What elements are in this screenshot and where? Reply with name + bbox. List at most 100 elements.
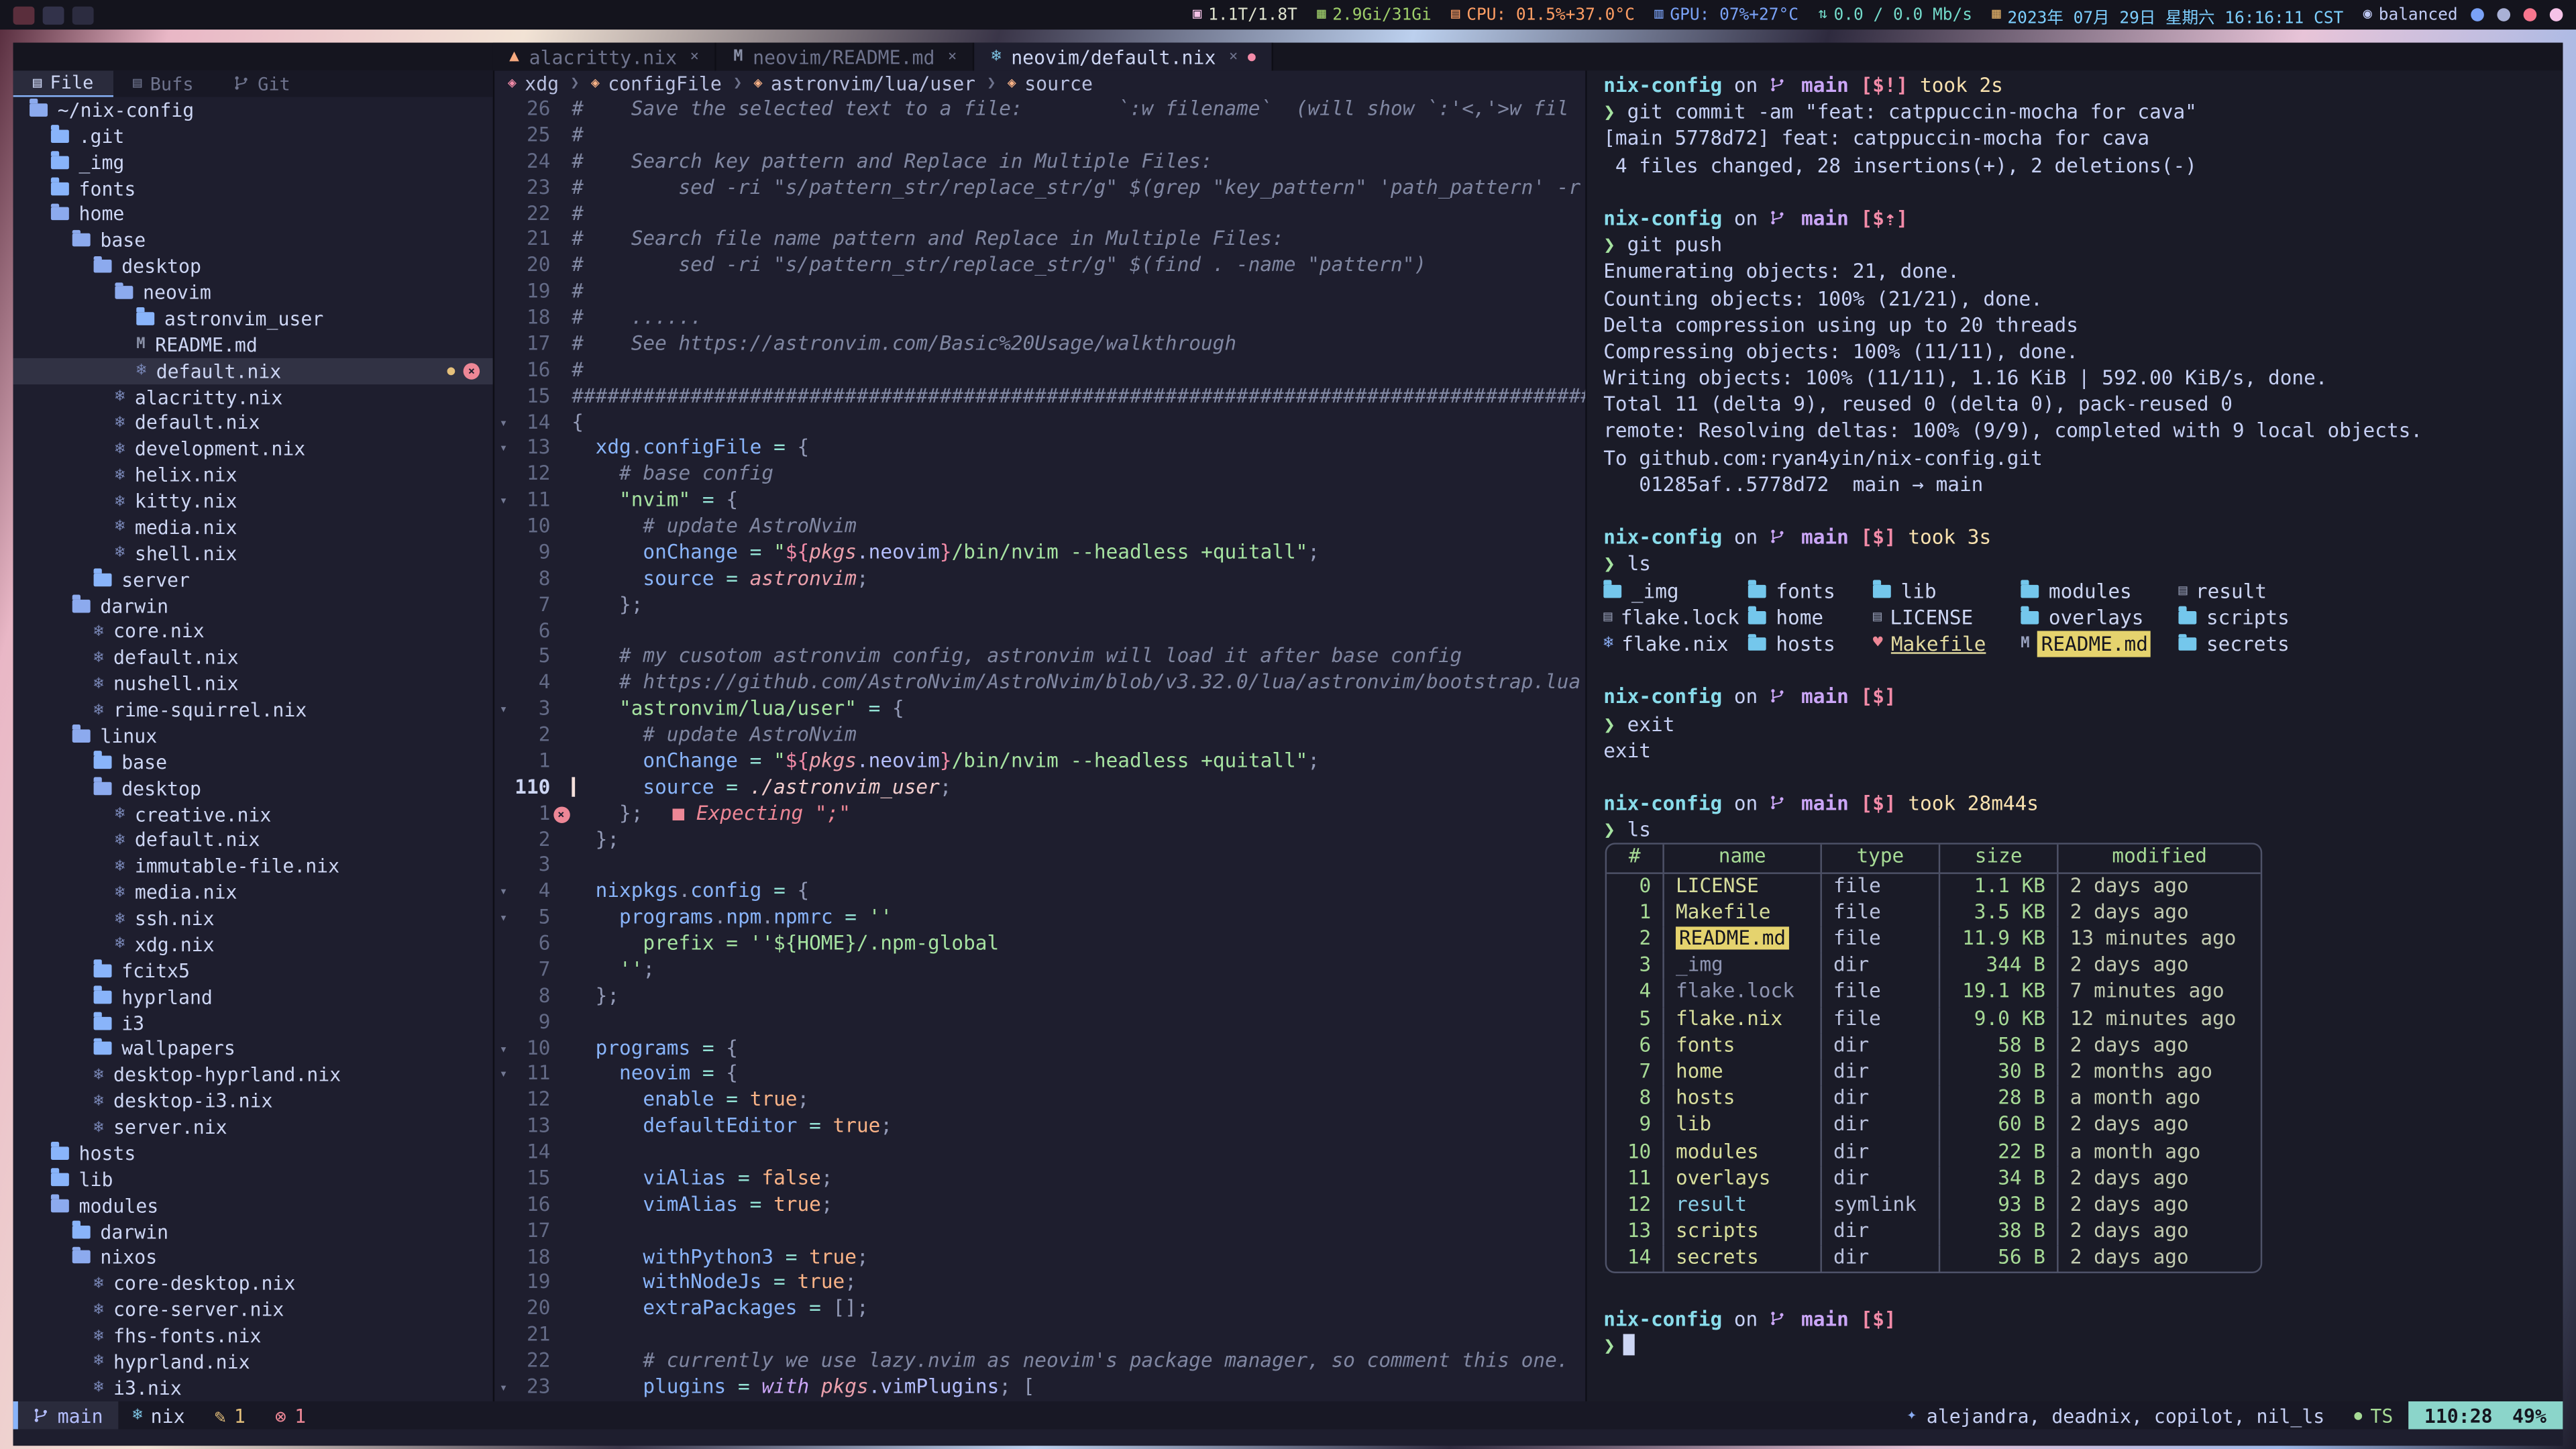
tree-item-README.md[interactable]: MREADME.md xyxy=(13,331,493,358)
explorer-tab-git[interactable]: Git xyxy=(213,70,310,97)
tree-item-base[interactable]: base xyxy=(13,749,493,775)
editor[interactable]: ◈xdg❯◈configFile❯◈astronvim/lua/user❯◈so… xyxy=(494,70,1587,1401)
fold-icon[interactable]: ▾ xyxy=(494,488,513,515)
tree-item-i3[interactable]: i3 xyxy=(13,1010,493,1036)
tree-item-nushell.nix[interactable]: ❄nushell.nix xyxy=(13,671,493,697)
code-line-1[interactable]: 1 onChange = "${pkgs.neovim}/bin/nvim --… xyxy=(494,749,1585,775)
fold-icon[interactable]: ▾ xyxy=(494,697,513,723)
explorer-tab-file[interactable]: ▤File xyxy=(13,70,113,97)
code-line-6[interactable]: 6 prefix = ''${HOME}/.npm-global xyxy=(494,932,1585,958)
tree-item-fonts[interactable]: fonts xyxy=(13,175,493,201)
tree-item-darwin[interactable]: darwin xyxy=(13,1218,493,1244)
tree-item-media.nix[interactable]: ❄media.nix xyxy=(13,879,493,906)
code-line-21[interactable]: 21# Search file name pattern and Replace… xyxy=(494,227,1585,254)
buffer-tab-alacritty.nix[interactable]: ▲alacritty.nix× xyxy=(493,43,717,71)
code-line-18[interactable]: 18# ...... xyxy=(494,306,1585,332)
code-area[interactable]: 26# Save the selected text to a file: `:… xyxy=(494,97,1585,1401)
tree-item-darwin[interactable]: darwin xyxy=(13,592,493,619)
code-line-17[interactable]: 17# See https://astronvim.com/Basic%20Us… xyxy=(494,331,1585,358)
code-line-20[interactable]: 20 extraPackages = []; xyxy=(494,1297,1585,1323)
code-line-6[interactable]: 6 xyxy=(494,619,1585,645)
tree-item-nixos[interactable]: nixos xyxy=(13,1244,493,1271)
record-icon[interactable] xyxy=(2524,8,2537,21)
tree-item-neovim[interactable]: neovim xyxy=(13,280,493,306)
fold-icon[interactable]: ▾ xyxy=(494,1036,513,1062)
tree-item-ssh.nix[interactable]: ❄ssh.nix xyxy=(13,906,493,932)
tree-item-home[interactable]: home xyxy=(13,201,493,227)
code-line-7[interactable]: 7 ''; xyxy=(494,957,1585,983)
buffer-tab-neovim/default.nix[interactable]: ❄neovim/default.nix×● xyxy=(975,43,1273,71)
code-line-2[interactable]: 2 }; xyxy=(494,827,1585,853)
code-line-13[interactable]: ▾13 xdg.configFile = { xyxy=(494,436,1585,462)
tree-item-lib[interactable]: lib xyxy=(13,1166,493,1192)
tree-item-rime-squirrel.nix[interactable]: ❄rime-squirrel.nix xyxy=(13,697,493,723)
fold-icon[interactable]: ▾ xyxy=(494,436,513,462)
code-line-23[interactable]: 23# sed -ri "s/pattern_str/replace_str/g… xyxy=(494,175,1585,201)
tree-item-kitty.nix[interactable]: ❄kitty.nix xyxy=(13,488,493,515)
close-icon[interactable]: × xyxy=(1229,48,1238,64)
code-line-25[interactable]: 25# xyxy=(494,123,1585,149)
fold-icon[interactable]: ▾ xyxy=(494,410,513,436)
tree-item-.git[interactable]: .git xyxy=(13,123,493,149)
code-line-22[interactable]: 22# xyxy=(494,201,1585,227)
code-line-14[interactable]: 14 xyxy=(494,1140,1585,1167)
tree-item-xdg.nix[interactable]: ❄xdg.nix xyxy=(13,932,493,958)
tree-item-development.nix[interactable]: ❄development.nix xyxy=(13,436,493,462)
tree-item-server[interactable]: server xyxy=(13,566,493,592)
tree-item-shell.nix[interactable]: ❄shell.nix xyxy=(13,540,493,566)
tree-item-desktop[interactable]: desktop xyxy=(13,254,493,280)
buffer-tab-neovim/README.md[interactable]: Mneovim/README.md× xyxy=(717,43,975,71)
code-line-4[interactable]: 4 # https://github.com/AstroNvim/AstroNv… xyxy=(494,671,1585,697)
workspace-tile-2[interactable] xyxy=(43,6,64,24)
terminal-split[interactable]: nix-config on main [$!] took 2s❯ git com… xyxy=(1587,70,2563,1401)
tree-item-_img[interactable]: _img xyxy=(13,149,493,175)
code-line-110[interactable]: 110 source = ./astronvim_user; xyxy=(494,775,1585,801)
tree-item-core.nix[interactable]: ❄core.nix xyxy=(13,619,493,645)
code-line-15[interactable]: 15######################################… xyxy=(494,384,1585,410)
tree-item-~/nix-config[interactable]: ~/nix-config xyxy=(13,97,493,123)
statusline-branch[interactable]: main xyxy=(18,1401,118,1430)
code-line-14[interactable]: ▾14{ xyxy=(494,410,1585,436)
bluetooth-icon[interactable] xyxy=(2471,8,2484,21)
code-line-23[interactable]: ▾23 plugins = with pkgs.vimPlugins; [ xyxy=(494,1375,1585,1401)
code-line-18[interactable]: 18 withPython3 = true; xyxy=(494,1244,1585,1271)
tree-item-server.nix[interactable]: ❄server.nix xyxy=(13,1114,493,1140)
tree-item-alacritty.nix[interactable]: ❄alacritty.nix xyxy=(13,384,493,410)
tree-item-helix.nix[interactable]: ❄helix.nix xyxy=(13,462,493,488)
tree-item-immutable-file.nix[interactable]: ❄immutable-file.nix xyxy=(13,853,493,879)
code-line-24[interactable]: 24# Search key pattern and Replace in Mu… xyxy=(494,149,1585,175)
tree-item-hyprland.nix[interactable]: ❄hyprland.nix xyxy=(13,1349,493,1375)
tree-item-core-desktop.nix[interactable]: ❄core-desktop.nix xyxy=(13,1271,493,1297)
close-icon[interactable]: × xyxy=(948,48,957,64)
tree-item-fcitx5[interactable]: fcitx5 xyxy=(13,957,493,983)
tree-item-hosts[interactable]: hosts xyxy=(13,1140,493,1167)
workspace-tile-3[interactable] xyxy=(72,6,94,24)
code-line-5[interactable]: ▾5 programs.npm.npmrc = '' xyxy=(494,906,1585,932)
code-line-26[interactable]: 26# Save the selected text to a file: `:… xyxy=(494,97,1585,123)
code-line-12[interactable]: 12 enable = true; xyxy=(494,1088,1585,1114)
code-line-22[interactable]: 22 # currently we use lazy.nvim as neovi… xyxy=(494,1349,1585,1375)
code-line-8[interactable]: 8 source = astronvim; xyxy=(494,566,1585,592)
code-line-15[interactable]: 15 viAlias = false; xyxy=(494,1166,1585,1192)
tree-item-linux[interactable]: linux xyxy=(13,723,493,749)
code-line-2[interactable]: 2 # update AstroNvim xyxy=(494,723,1585,749)
tree-item-astronvim_user[interactable]: astronvim_user xyxy=(13,306,493,332)
tree-item-base[interactable]: base xyxy=(13,227,493,254)
code-line-17[interactable]: 17 xyxy=(494,1218,1585,1244)
tree-item-desktop[interactable]: desktop xyxy=(13,775,493,801)
code-line-20[interactable]: 20# sed -ri "s/pattern_str/replace_str/g… xyxy=(494,254,1585,280)
tree-item-hyprland[interactable]: hyprland xyxy=(13,983,493,1010)
code-line-9[interactable]: 9 xyxy=(494,1010,1585,1036)
code-line-16[interactable]: 16 vimAlias = true; xyxy=(494,1192,1585,1218)
code-line-3[interactable]: ▾3 "astronvim/lua/user" = { xyxy=(494,697,1585,723)
code-line-19[interactable]: 19 withNodeJs = true; xyxy=(494,1271,1585,1297)
tree-item-wallpapers[interactable]: wallpapers xyxy=(13,1036,493,1062)
code-line-3[interactable]: 3 xyxy=(494,853,1585,879)
code-line-9[interactable]: 9 onChange = "${pkgs.neovim}/bin/nvim --… xyxy=(494,540,1585,566)
tree-item-desktop-hyprland.nix[interactable]: ❄desktop-hyprland.nix xyxy=(13,1062,493,1088)
code-line-16[interactable]: 16# xyxy=(494,358,1585,384)
fold-icon[interactable]: ▾ xyxy=(494,879,513,906)
code-line-11[interactable]: ▾11 neovim = { xyxy=(494,1062,1585,1088)
file-tree[interactable]: ~/nix-config.git_imgfontshomebasedesktop… xyxy=(13,97,493,1401)
workspace-tile-1[interactable] xyxy=(13,6,35,24)
